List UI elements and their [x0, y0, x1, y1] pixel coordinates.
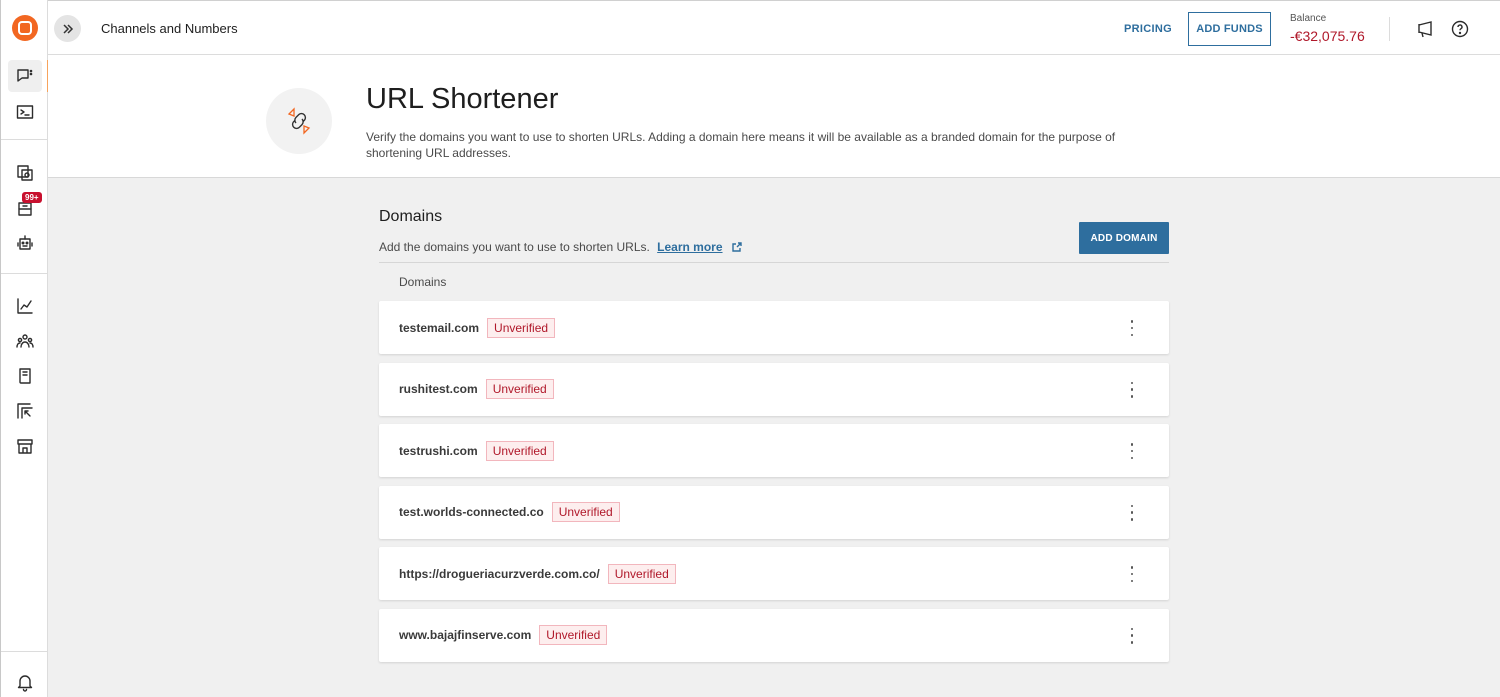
status-badge: Unverified	[607, 563, 676, 584]
chat-icon[interactable]	[8, 60, 49, 92]
domains-column-header: Domains	[399, 275, 447, 289]
more-options-icon[interactable]	[1125, 566, 1139, 582]
section-description: Add the domains you want to use to short…	[379, 240, 742, 254]
domain-name: https://drogueriacurzverde.com.co/	[399, 566, 600, 581]
domain-row[interactable]: testemail.com Unverified	[379, 301, 1169, 354]
more-options-icon[interactable]	[1125, 320, 1139, 336]
domain-row[interactable]: rushitest.com Unverified	[379, 362, 1169, 416]
copy-search-icon[interactable]	[8, 157, 42, 189]
section-divider	[379, 262, 1169, 263]
domain-name: testemail.com	[399, 320, 480, 335]
status-badge: Unverified	[539, 625, 608, 645]
double-chevron-right-icon	[62, 23, 73, 34]
balance-value: -€32,075.76	[1290, 28, 1365, 44]
more-options-icon[interactable]	[1125, 443, 1139, 459]
expand-sidebar-button[interactable]	[54, 15, 81, 42]
help-icon[interactable]	[1450, 19, 1470, 39]
notification-badge: 99+	[22, 192, 42, 203]
app-title: Channels and Numbers	[101, 21, 238, 36]
app-logo[interactable]	[12, 15, 38, 41]
more-options-icon[interactable]	[1125, 504, 1139, 521]
terminal-icon[interactable]	[8, 96, 42, 128]
domain-row[interactable]: www.bajajfinserve.com Unverified	[379, 608, 1169, 662]
external-link-icon[interactable]	[732, 241, 742, 252]
page-header: URL Shortener Verify the domains you wan…	[48, 55, 1500, 178]
page-title: URL Shortener	[366, 83, 559, 115]
megaphone-icon[interactable]	[1416, 19, 1436, 39]
add-domain-button[interactable]: ADD DOMAIN	[1079, 222, 1169, 254]
page-description: Verify the domains you want to use to sh…	[366, 130, 1116, 160]
bell-icon[interactable]	[8, 666, 42, 697]
learn-more-link[interactable]: Learn more	[657, 240, 722, 254]
top-bar: Channels and Numbers PRICING ADD FUNDS B…	[48, 0, 1500, 55]
status-badge: Unverified	[485, 379, 554, 399]
domain-name: rushitest.com	[399, 382, 478, 396]
book-icon[interactable]	[8, 360, 42, 392]
domain-name: testrushi.com	[399, 443, 478, 458]
section-description-text: Add the domains you want to use to short…	[379, 240, 650, 254]
more-options-icon[interactable]	[1125, 627, 1139, 644]
chart-icon[interactable]	[8, 290, 42, 322]
domain-name: www.bajajfinserve.com	[399, 628, 532, 642]
link-icon	[266, 88, 332, 154]
topbar-divider	[1389, 17, 1390, 41]
cursor-box-icon[interactable]	[8, 395, 42, 427]
status-badge: Unverified	[487, 317, 556, 338]
status-badge: Unverified	[485, 440, 554, 461]
section-title: Domains	[379, 208, 443, 225]
store-icon[interactable]	[8, 430, 42, 462]
balance-label: Balance	[1290, 13, 1327, 24]
domain-row[interactable]: https://drogueriacurzverde.com.co/ Unver…	[379, 547, 1169, 600]
domain-row[interactable]: testrushi.com Unverified	[379, 424, 1169, 477]
pricing-link[interactable]: PRICING	[1124, 23, 1172, 35]
add-funds-button[interactable]: ADD FUNDS	[1188, 12, 1271, 46]
status-badge: Unverified	[551, 502, 620, 522]
domain-row[interactable]: test.worlds-connected.co Unverified	[379, 485, 1169, 539]
people-icon[interactable]	[8, 325, 42, 357]
domain-name: test.worlds-connected.co	[399, 505, 544, 519]
bot-icon[interactable]	[8, 227, 42, 259]
more-options-icon[interactable]	[1125, 381, 1139, 398]
domains-list: testemail.com Unverified rushitest.com U…	[379, 301, 1169, 670]
left-rail: 99+	[0, 0, 49, 697]
